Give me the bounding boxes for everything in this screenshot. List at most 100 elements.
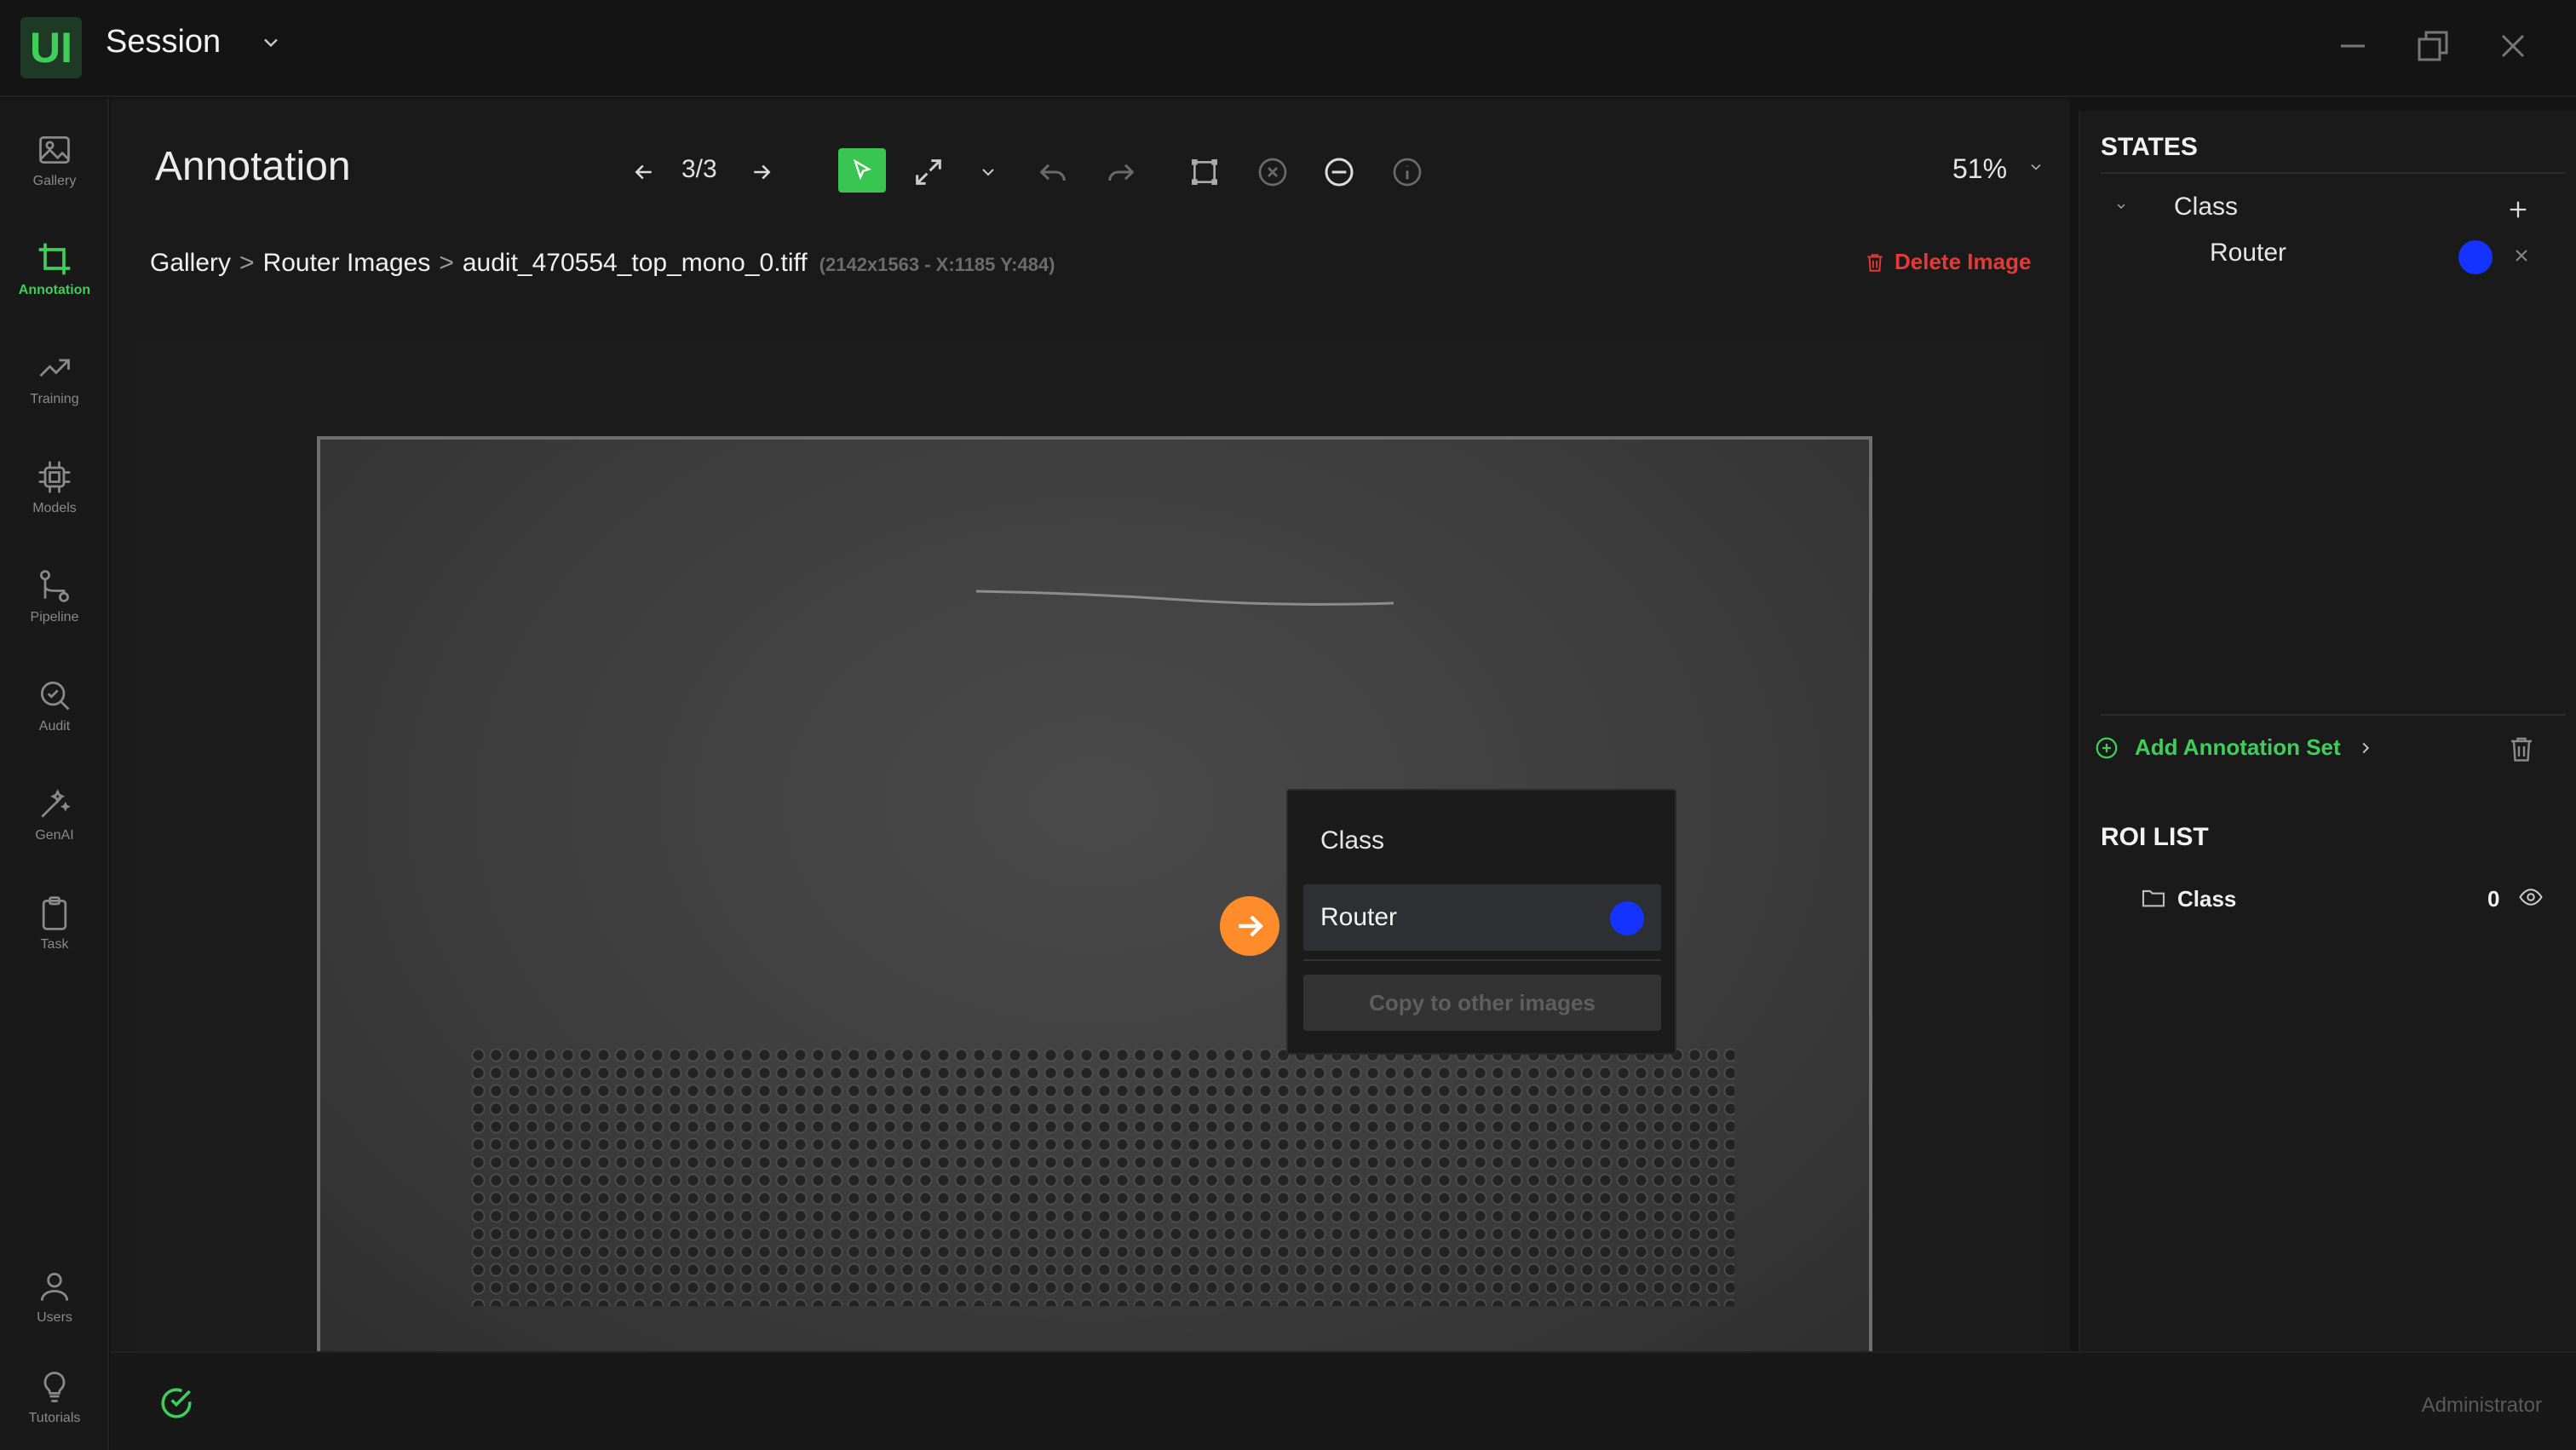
nav-models[interactable]: Models (0, 446, 109, 540)
arrow-right-icon (1220, 896, 1279, 956)
nav-label: Audit (38, 719, 71, 734)
page-title: Annotation (155, 144, 351, 189)
annotation-workspace: Annotation 3/3 51% Gallery > Router Images… (111, 99, 2070, 1351)
clipboard-icon (42, 896, 67, 930)
breadcrumb-gallery[interactable]: Gallery (150, 249, 231, 277)
copy-to-other-images-button[interactable]: Copy to other images (1303, 975, 1661, 1031)
nav-label: Tutorials (28, 1411, 81, 1425)
delete-image-label: Delete Image (1895, 249, 2032, 274)
class-color-swatch (1610, 901, 1644, 935)
redo-icon (1108, 164, 1135, 181)
breadcrumb: Gallery > Router Images > audit_470554_top_m… (150, 249, 1055, 278)
scratch-mark (976, 590, 1394, 606)
redo-button[interactable] (1097, 148, 1145, 196)
undo-button[interactable] (1029, 148, 1077, 196)
trash-icon[interactable] (2506, 733, 2537, 765)
state-group-label: Class (2174, 193, 2239, 221)
chevron-down-icon (982, 169, 994, 176)
add-annotation-set-button[interactable]: Add Annotation Set (2094, 734, 2375, 761)
roi-item-label: Class (2177, 886, 2237, 912)
circle-plus-icon (2096, 737, 2118, 758)
close-icon[interactable] (2493, 26, 2533, 66)
next-image-button[interactable] (738, 148, 785, 196)
state-item-label: Router (2210, 239, 2287, 267)
chevron-down-icon[interactable] (2027, 158, 2044, 175)
expand-icon (916, 159, 941, 185)
divider (2101, 172, 2566, 174)
clear-annotation-button[interactable] (1249, 148, 1297, 196)
search-icon (40, 681, 70, 711)
add-annotation-set-label: Add Annotation Set (2135, 734, 2341, 760)
plus-icon[interactable] (2506, 198, 2530, 222)
trash-icon (1867, 253, 1883, 272)
crop-icon (38, 243, 71, 275)
delete-image-button[interactable]: Delete Image (1864, 249, 2031, 275)
title-bar: UI Session (0, 0, 2576, 97)
nav-gallery[interactable]: Gallery (0, 119, 109, 213)
expand-tool-button[interactable] (905, 148, 952, 196)
state-color-swatch[interactable] (2458, 240, 2493, 274)
nav-annotation[interactable]: Annotation (0, 228, 109, 322)
roi-item-class[interactable]: Class 0 (2080, 876, 2576, 924)
nav-task[interactable]: Task (0, 883, 109, 976)
image-icon (39, 135, 70, 164)
nav-users[interactable]: Users (0, 1256, 109, 1349)
info-icon (1393, 158, 1422, 187)
session-selector[interactable]: Session (106, 24, 221, 60)
folder-icon (2142, 889, 2165, 907)
eye-icon[interactable] (2518, 884, 2544, 910)
nav-training[interactable]: Training (0, 337, 109, 431)
minimize-icon[interactable] (2332, 26, 2373, 66)
zoom-level[interactable]: 51% (1952, 153, 2007, 185)
nav-tutorials[interactable]: Tutorials (0, 1356, 109, 1450)
app-logo: UI (20, 17, 82, 78)
chevron-right-icon (2362, 742, 2369, 753)
arrow-right-icon (754, 164, 771, 180)
left-navigation: Gallery Annotation Training Models Pipel… (0, 99, 109, 1450)
popup-title: Class (1320, 826, 1385, 854)
divider (1303, 959, 1661, 961)
close-icon[interactable] (2511, 245, 2532, 266)
states-panel: STATES Class Router Add Annotation Set R… (2079, 111, 2576, 1351)
previous-image-button[interactable] (620, 148, 668, 196)
chevron-down-icon[interactable] (259, 31, 283, 55)
pointer-icon (853, 158, 871, 181)
remove-button[interactable] (1315, 148, 1363, 196)
breadcrumb-separator: > (239, 249, 255, 277)
nav-genai[interactable]: GenAI (0, 774, 109, 867)
tool-options-dropdown[interactable] (964, 148, 1012, 196)
bounding-box-button[interactable] (1181, 148, 1228, 196)
breadcrumb-router-images[interactable]: Router Images (263, 249, 431, 277)
arrow-left-icon (635, 164, 652, 180)
breadcrumb-separator: > (439, 249, 454, 277)
image-dimensions: (2142x1563 - X:1185 Y:484) (819, 254, 1055, 275)
status-bar: Administrator (111, 1351, 2576, 1450)
nav-label: Annotation (18, 283, 91, 297)
circle-minus-icon (1325, 158, 1354, 187)
undo-icon (1039, 164, 1066, 181)
restore-icon[interactable] (2412, 26, 2453, 66)
info-button[interactable] (1383, 148, 1431, 196)
class-option-label: Router (1320, 903, 1398, 931)
chip-icon (38, 461, 71, 493)
state-item-router[interactable]: Router (2080, 233, 2576, 276)
bulb-icon (43, 1372, 66, 1402)
user-icon (40, 1272, 69, 1301)
roi-list-title: ROI LIST (2101, 823, 2209, 851)
image-canvas[interactable] (136, 336, 2044, 1351)
nav-label: Models (32, 501, 77, 515)
nav-pipeline[interactable]: Pipeline (0, 555, 109, 649)
circle-x-icon (1258, 158, 1287, 187)
state-group-class[interactable]: Class (2080, 187, 2576, 230)
wand-icon (41, 789, 71, 818)
roi-item-count: 0 (2487, 886, 2500, 912)
select-tool-button[interactable] (838, 148, 886, 193)
bounding-box-icon (1192, 159, 1217, 185)
chevron-down-icon[interactable] (2114, 199, 2128, 213)
check-circle-icon (161, 1388, 192, 1418)
trend-icon (39, 359, 70, 377)
image-counter: 3/3 (681, 155, 717, 183)
class-option-router[interactable]: Router (1303, 884, 1661, 951)
nav-label: Pipeline (30, 610, 79, 624)
nav-audit[interactable]: Audit (0, 665, 109, 758)
